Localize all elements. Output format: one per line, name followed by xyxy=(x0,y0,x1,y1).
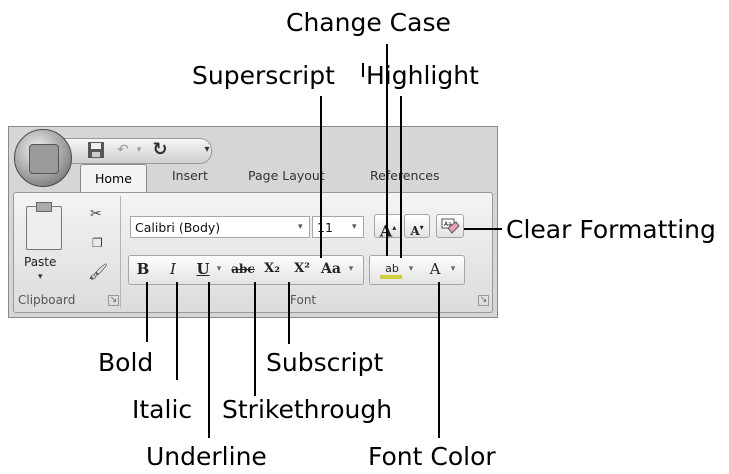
customize-qat-icon[interactable]: ▾ xyxy=(200,140,214,160)
callout-italic: Italic xyxy=(132,395,193,424)
callout-change-case: Change Case xyxy=(286,8,451,37)
change-case-button[interactable]: Aa xyxy=(318,259,344,279)
office-logo-icon xyxy=(29,144,59,174)
callout-clear-formatting: Clear Formatting xyxy=(506,215,716,244)
font-name-select[interactable]: Calibri (Body) xyxy=(130,216,310,238)
clear-formatting-button[interactable]: Aa xyxy=(436,214,464,238)
highlight-color-bar xyxy=(380,275,402,279)
clipboard-group-label: Clipboard xyxy=(18,293,76,307)
copy-icon[interactable]: ❐ xyxy=(92,236,103,250)
office-button[interactable] xyxy=(14,129,72,187)
undo-dropdown-icon[interactable]: ▾ xyxy=(134,140,144,160)
italic-button[interactable]: I xyxy=(164,259,182,279)
bold-button[interactable]: B xyxy=(134,259,152,279)
underline-leader xyxy=(208,282,210,438)
font-color-button[interactable]: A xyxy=(424,259,446,279)
clear-formatting-leader xyxy=(464,228,502,230)
tab-home[interactable]: Home xyxy=(80,164,147,193)
highlight-leader xyxy=(400,96,402,258)
font-group-label: Font xyxy=(290,293,317,307)
font-size-dropdown-icon[interactable]: ▾ xyxy=(352,222,357,232)
callout-underline: Underline xyxy=(146,442,267,471)
clipboard-launcher-icon[interactable]: ↘ xyxy=(108,295,119,306)
redo-icon[interactable]: ↻ xyxy=(148,140,172,160)
clipboard-clip-icon xyxy=(36,202,52,212)
shrink-font-button[interactable]: A▾ xyxy=(404,214,430,238)
callout-font-color: Font Color xyxy=(368,442,496,471)
font-name-dropdown-icon[interactable]: ▾ xyxy=(298,222,303,232)
tab-references[interactable]: References xyxy=(370,168,439,183)
highlight-button[interactable]: ab xyxy=(378,259,406,279)
bold-leader xyxy=(146,282,148,342)
callout-bold: Bold xyxy=(98,348,154,377)
font-color-label: A xyxy=(429,260,441,278)
subscript-leader xyxy=(288,282,290,344)
paste-icon[interactable] xyxy=(26,206,62,250)
cut-icon[interactable]: ✂ xyxy=(90,206,102,222)
underline-dropdown-icon[interactable]: ▾ xyxy=(214,259,224,279)
tab-page-layout[interactable]: Page Layout xyxy=(248,168,325,183)
underline-button[interactable]: U xyxy=(194,259,212,279)
save-icon[interactable] xyxy=(86,140,106,160)
strikethrough-button[interactable]: abc xyxy=(230,259,256,279)
font-group xyxy=(124,196,488,308)
undo-icon[interactable]: ↶ xyxy=(112,140,134,160)
change-case-dropdown-icon[interactable]: ▾ xyxy=(346,259,356,279)
grow-font-button[interactable]: A▴ xyxy=(374,214,402,240)
highlight-dropdown-icon[interactable]: ▾ xyxy=(406,259,416,279)
superscript-separator xyxy=(362,63,364,77)
superscript-button[interactable]: X² xyxy=(290,259,314,279)
callout-highlight: Highlight xyxy=(366,61,479,90)
paste-dropdown-icon[interactable]: ▾ xyxy=(38,272,43,282)
subscript-button[interactable]: X₂ xyxy=(260,259,284,279)
callout-superscript: Superscript xyxy=(192,61,335,90)
italic-leader xyxy=(176,282,178,380)
font-color-dropdown-icon[interactable]: ▾ xyxy=(448,259,458,279)
font-launcher-icon[interactable]: ↘ xyxy=(478,295,489,306)
paste-button-label[interactable]: Paste xyxy=(24,255,56,269)
strikethrough-leader xyxy=(254,282,256,396)
superscript-leader xyxy=(320,96,322,258)
font-color-leader xyxy=(438,282,440,438)
callout-strikethrough: Strikethrough xyxy=(222,395,393,424)
tab-insert[interactable]: Insert xyxy=(172,168,208,183)
highlight-label: ab xyxy=(385,262,399,275)
callout-subscript: Subscript xyxy=(266,348,384,377)
format-painter-icon[interactable]: 🖌 xyxy=(88,262,108,281)
